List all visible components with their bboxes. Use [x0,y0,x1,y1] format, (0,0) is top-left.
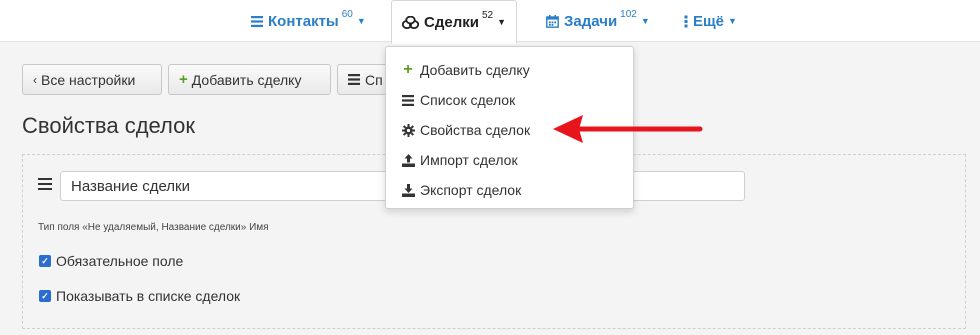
chevron-down-icon: ▼ [640,16,650,26]
menu-item-label: Импорт сделок [420,152,518,168]
nav-deals-count: 52 [481,9,494,21]
calendar-icon [546,14,559,28]
list-icon [251,15,263,27]
all-settings-label: Все настройки [41,71,136,88]
more-vertical-icon [684,15,688,28]
nav-more-label: Ещё [693,12,725,30]
required-checkbox-row[interactable]: ✓ Обязательное поле [39,253,183,269]
annotation-arrow-icon [553,115,703,143]
nav-tasks-label: Задачи [564,12,618,30]
menu-item-export-deals[interactable]: Экспорт сделок [386,175,633,205]
nav-contacts[interactable]: Контакты 60 ▼ [251,0,366,42]
coins-icon [402,15,419,29]
nav-contacts-count: 60 [341,8,353,20]
deals-list-label: Сп [365,71,383,88]
show-in-list-label: Показывать в списке сделок [56,288,241,304]
list-icon [401,94,415,106]
field-name-value: Название сделки [71,177,190,195]
nav-contacts-label: Контакты [268,12,339,30]
drag-handle-icon[interactable] [38,178,52,190]
chevron-down-icon: ▼ [728,16,737,26]
nav-deals-label: Сделки [424,13,479,31]
nav-tasks[interactable]: Задачи 102 ▼ [546,0,650,42]
checkbox-checked-icon[interactable]: ✓ [39,255,51,267]
add-deal-button[interactable]: + Добавить сделку [168,64,331,95]
plus-icon: + [179,71,188,88]
list-icon [348,74,360,85]
all-settings-button[interactable]: ‹ Все настройки [22,64,162,95]
field-type-text: Тип поля «Не удаляемый, Название сделки»… [38,222,269,233]
menu-item-label: Добавить сделку [420,62,530,78]
add-deal-label: Добавить сделку [191,71,302,88]
required-label: Обязательное поле [56,253,184,269]
checkbox-checked-icon[interactable]: ✓ [39,290,51,302]
nav-deals[interactable]: Сделки 52 ▼ [391,0,518,44]
nav-tasks-count: 102 [620,8,637,20]
gear-icon [401,123,415,137]
top-nav: Контакты 60 ▼ Сделки 52 ▼ Задачи 102 ▼ Е… [0,0,980,44]
page-title: Свойства сделок [22,113,196,138]
download-icon [401,183,415,197]
upload-icon [401,153,415,167]
plus-icon: + [403,61,413,78]
chevron-down-icon: ▼ [497,17,507,27]
menu-item-add-deal[interactable]: + Добавить сделку [386,55,633,85]
chevron-down-icon: ▼ [356,16,366,26]
chevron-left-icon: ‹ [33,72,37,87]
menu-item-label: Свойства сделок [420,122,531,138]
menu-item-label: Экспорт сделок [420,182,522,198]
nav-more[interactable]: Ещё ▼ [684,0,737,42]
menu-item-label: Список сделок [420,92,516,108]
show-in-list-checkbox-row[interactable]: ✓ Показывать в списке сделок [39,288,240,304]
